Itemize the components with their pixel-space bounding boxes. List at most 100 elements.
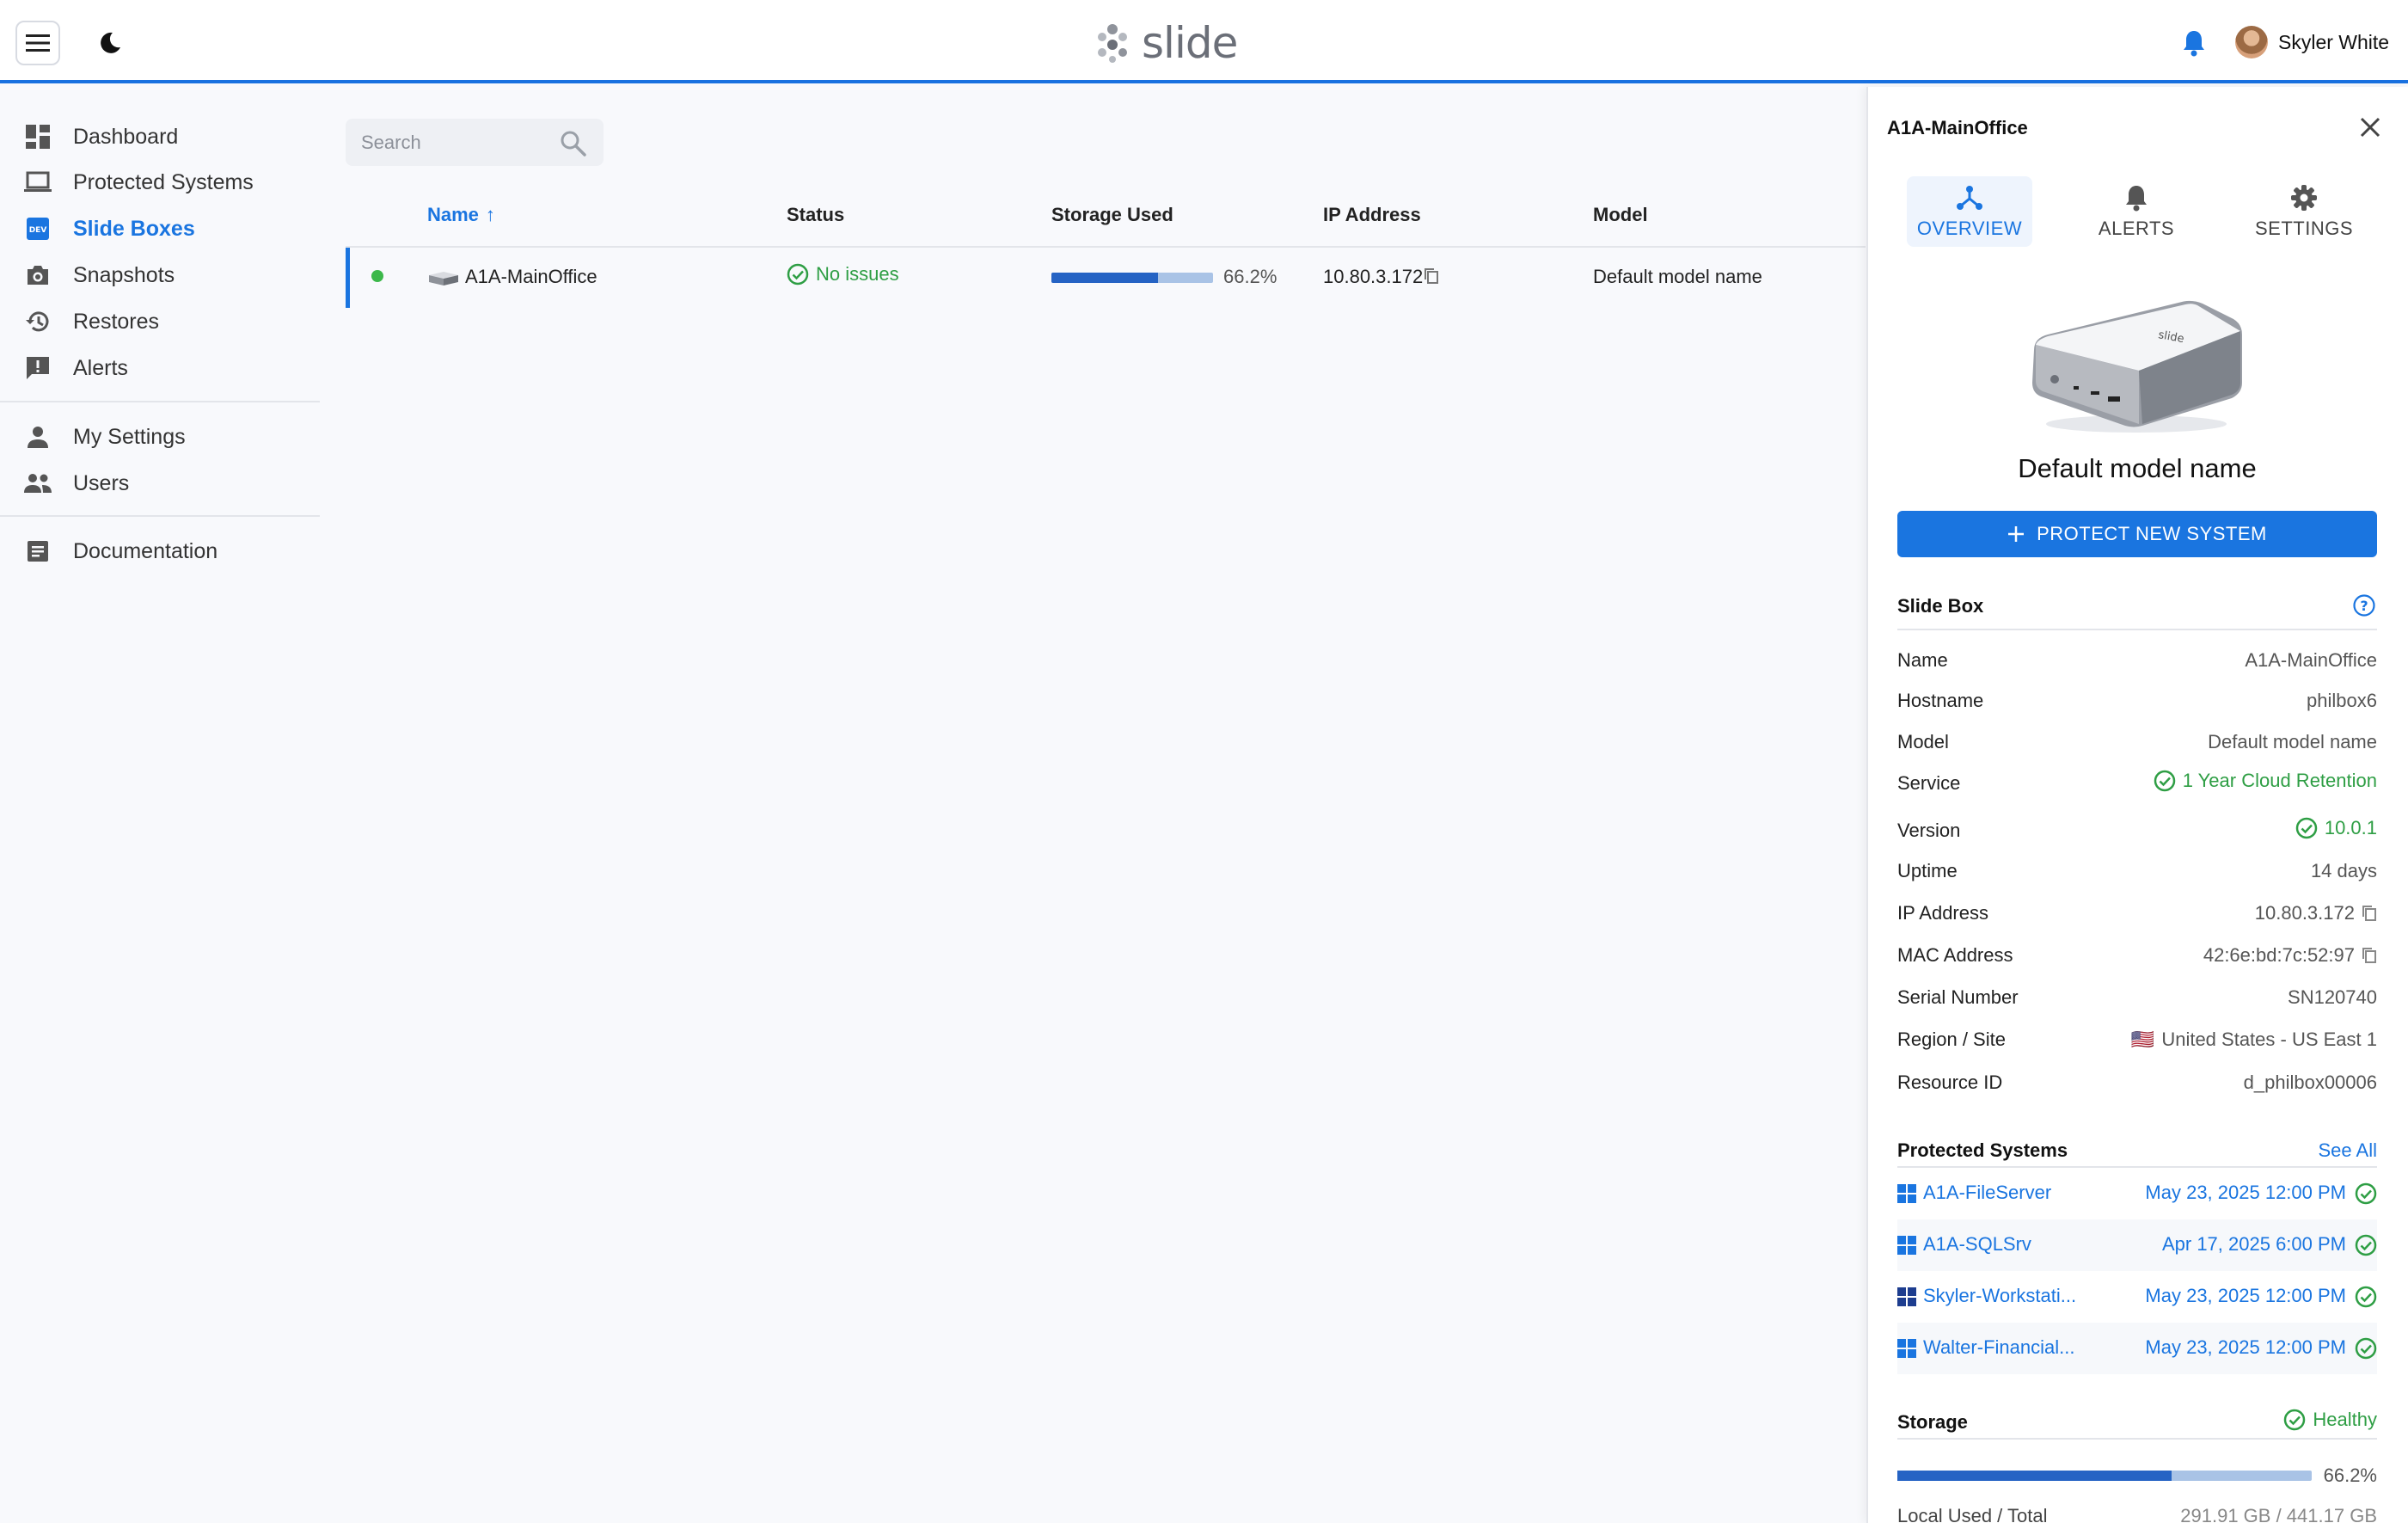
protected-system-row[interactable]: Skyler-Workstati... May 23, 2025 12:00 P… <box>1897 1271 2377 1323</box>
local-used-value: 291.91 GB / 441.17 GB <box>2180 1505 2377 1523</box>
check-circle-icon <box>2284 1409 2306 1431</box>
sidebar-item-restores[interactable]: Restores <box>0 300 320 343</box>
slide-logo[interactable]: slide <box>1092 18 1238 68</box>
tab-label: SETTINGS <box>2254 218 2353 239</box>
field-label-mac: MAC Address <box>1897 944 2013 966</box>
hub-icon <box>1955 183 1984 212</box>
top-header: slide Skyler White <box>0 0 2408 83</box>
tab-alerts[interactable]: ALERTS <box>2074 176 2199 247</box>
protect-button-label: PROTECT NEW SYSTEM <box>2037 523 2267 544</box>
protected-system-row[interactable]: A1A-FileServer May 23, 2025 12:00 PM <box>1897 1168 2377 1219</box>
copy-icon[interactable] <box>1424 267 1439 285</box>
tab-label: OVERVIEW <box>1916 218 2023 239</box>
field-value-service: 1 Year Cloud Retention <box>2154 770 2377 792</box>
protected-system-row[interactable]: A1A-SQLSrv Apr 17, 2025 6:00 PM <box>1897 1219 2377 1271</box>
field-label-resource-id: Resource ID <box>1897 1072 2003 1093</box>
search-icon[interactable] <box>557 127 588 158</box>
storage-usage-fill <box>1897 1471 2172 1481</box>
column-header-model[interactable]: Model <box>1593 204 1648 226</box>
sidebar-item-label: Slide Boxes <box>73 216 195 241</box>
sidebar-item-my-settings[interactable]: My Settings <box>0 415 320 458</box>
storage-status: Healthy <box>2283 1409 2377 1431</box>
column-header-status[interactable]: Status <box>787 204 844 226</box>
column-header-ip[interactable]: IP Address <box>1323 204 1421 226</box>
sidebar-item-alerts[interactable]: Alerts <box>0 347 320 390</box>
sidebar-item-snapshots[interactable]: Snapshots <box>0 254 320 297</box>
help-icon[interactable]: ? <box>2352 593 2376 617</box>
panel-title: A1A-MainOffice <box>1887 117 2028 138</box>
row-ip: 10.80.3.172 <box>1323 266 1424 287</box>
sidebar-divider <box>0 515 320 517</box>
row-name[interactable]: A1A-MainOffice <box>465 266 597 288</box>
tab-overview[interactable]: OVERVIEW <box>1907 176 2032 247</box>
sidebar-item-slide-boxes[interactable]: DEV Slide Boxes <box>0 207 320 250</box>
protected-system-date: May 23, 2025 12:00 PM <box>2145 1336 2346 1358</box>
sidebar-item-users[interactable]: Users <box>0 462 320 505</box>
protected-system-name[interactable]: A1A-FileServer <box>1923 1182 2051 1204</box>
protect-new-system-button[interactable]: PROTECT NEW SYSTEM <box>1897 511 2377 557</box>
sidebar-item-label: Documentation <box>73 538 218 563</box>
section-divider <box>1897 629 2377 630</box>
close-icon[interactable] <box>2357 114 2383 140</box>
slide-box-device-image: slide <box>2032 300 2242 433</box>
see-all-link[interactable]: See All <box>2319 1139 2378 1162</box>
copy-icon[interactable] <box>2362 905 2377 922</box>
user-name[interactable]: Skyler White <box>2278 31 2389 54</box>
field-label-hostname: Hostname <box>1897 690 1984 711</box>
hamburger-icon <box>26 34 50 52</box>
protected-system-row[interactable]: Walter-Financial... May 23, 2025 12:00 P… <box>1897 1323 2377 1374</box>
sidebar-item-protected-systems[interactable]: Protected Systems <box>0 161 320 204</box>
dark-mode-toggle[interactable] <box>93 26 127 60</box>
field-value-region: 🇺🇸 United States - US East 1 <box>2131 1029 2377 1051</box>
field-value-mac: 42:6e:bd:7c:52:97 <box>2203 944 2377 967</box>
windows-icon <box>1897 1236 1916 1255</box>
sidebar-item-label: My Settings <box>73 424 186 449</box>
menu-button[interactable] <box>15 21 60 65</box>
field-label-name: Name <box>1897 649 1948 671</box>
alert-icon <box>22 353 53 384</box>
field-label-model: Model <box>1897 731 1949 752</box>
windows-icon <box>1897 1287 1916 1306</box>
sidebar-item-label: Protected Systems <box>73 169 254 194</box>
storage-progress-fill <box>1051 273 1159 283</box>
field-label-uptime: Uptime <box>1897 860 1958 881</box>
sidebar-item-label: Alerts <box>73 355 128 380</box>
storage-percent: 66.2% <box>1223 266 1278 287</box>
notifications-button[interactable] <box>2177 26 2211 60</box>
people-icon <box>22 468 53 499</box>
mac-text: 42:6e:bd:7c:52:97 <box>2203 944 2355 966</box>
sidebar-item-label: Snapshots <box>73 262 175 287</box>
user-avatar[interactable] <box>2235 26 2268 58</box>
slide-box-icon <box>429 272 458 286</box>
sidebar-item-documentation[interactable]: Documentation <box>0 530 320 573</box>
sidebar-item-label: Users <box>73 470 130 495</box>
history-icon <box>22 306 53 337</box>
section-divider <box>1897 1438 2377 1440</box>
region-text: United States - US East 1 <box>2161 1029 2377 1050</box>
service-text: 1 Year Cloud Retention <box>2182 770 2377 791</box>
sidebar-item-dashboard[interactable]: Dashboard <box>0 115 320 158</box>
dev-box-icon: DEV <box>22 213 53 244</box>
check-circle-icon <box>2355 1182 2377 1205</box>
copy-icon[interactable] <box>2362 947 2377 964</box>
protected-system-name[interactable]: A1A-SQLSrv <box>1923 1233 2031 1256</box>
storage-section-title: Storage <box>1897 1411 1968 1433</box>
protected-system-name[interactable]: Skyler-Workstati... <box>1923 1285 2076 1307</box>
windows-icon <box>1897 1184 1916 1203</box>
column-header-name[interactable]: Name ↑ <box>427 204 495 226</box>
laptop-icon <box>22 167 53 198</box>
sidebar-item-label: Restores <box>73 309 160 334</box>
online-status-dot <box>371 270 383 282</box>
protected-system-name[interactable]: Walter-Financial... <box>1923 1336 2074 1359</box>
moon-icon <box>101 32 120 53</box>
search-input[interactable] <box>361 119 550 166</box>
storage-usage-bar <box>1897 1471 2312 1481</box>
plus-icon <box>2008 526 2025 542</box>
svg-text:?: ? <box>2360 598 2368 614</box>
field-value-model: Default model name <box>2208 731 2377 752</box>
column-header-storage[interactable]: Storage Used <box>1051 204 1173 226</box>
local-used-label: Local Used / Total <box>1897 1505 2048 1523</box>
field-value-hostname: philbox6 <box>2307 690 2377 711</box>
person-icon <box>22 421 53 452</box>
tab-settings[interactable]: SETTINGS <box>2241 176 2367 247</box>
